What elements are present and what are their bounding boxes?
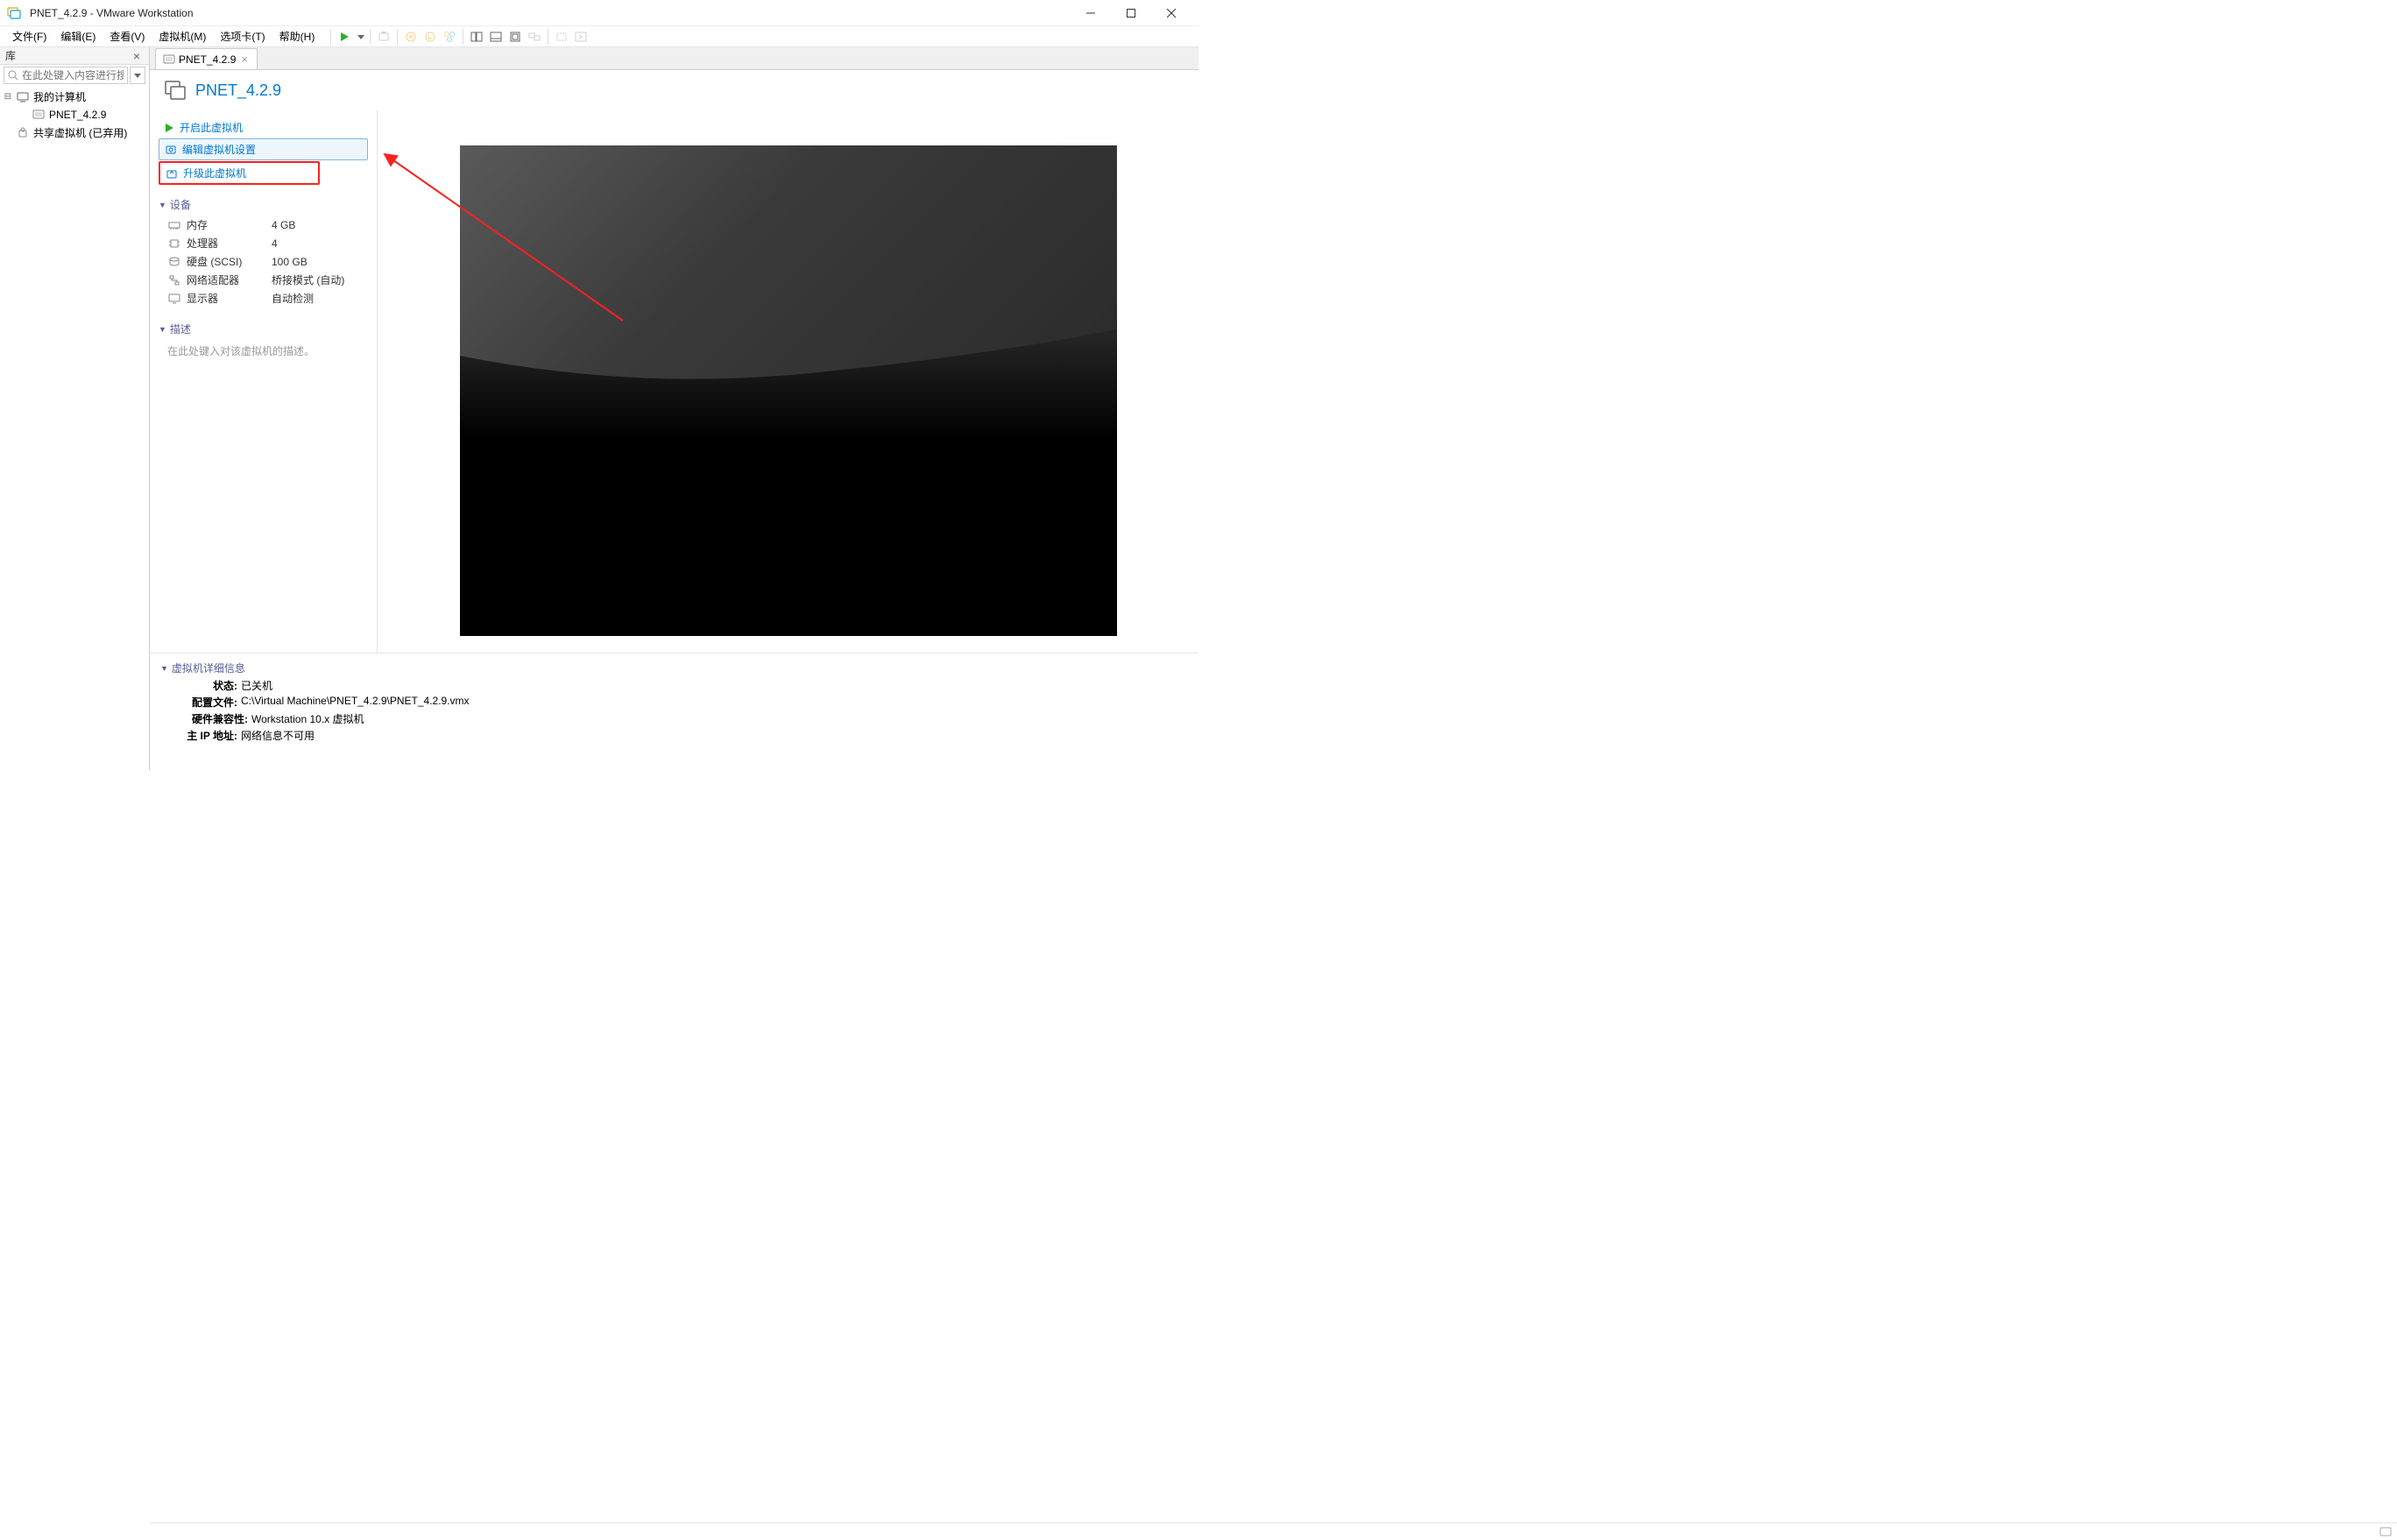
device-disk[interactable]: 硬盘 (SCSI) 100 GB	[159, 252, 368, 271]
triangle-icon: ▼	[160, 664, 168, 673]
tool-snapshot-icon[interactable]	[374, 27, 393, 46]
minimize-button[interactable]	[1071, 0, 1111, 26]
devices-section-header[interactable]: ▼ 设备	[159, 194, 368, 215]
tool-stretch-icon[interactable]	[552, 27, 571, 46]
tree-shared-vms[interactable]: 共享虚拟机 (已弃用)	[0, 124, 149, 142]
tree-toggle-icon[interactable]: ⊟	[4, 92, 12, 102]
close-button[interactable]	[1151, 0, 1191, 26]
tree-vm-pnet[interactable]: PNET_4.2.9	[16, 106, 149, 124]
window-title: PNET_4.2.9 - VMware Workstation	[30, 7, 1071, 19]
action-power-on[interactable]: 开启此虚拟机	[159, 117, 368, 138]
app-icon	[7, 6, 21, 20]
menu-file[interactable]: 文件(F)	[5, 26, 53, 46]
menu-edit[interactable]: 编辑(E)	[53, 26, 103, 46]
vm-title: PNET_4.2.9	[195, 81, 281, 100]
vm-screen	[460, 145, 1117, 636]
tool-view-console-icon[interactable]	[486, 27, 506, 46]
action-upgrade-vm[interactable]: 升级此虚拟机	[159, 161, 320, 185]
menu-view[interactable]: 查看(V)	[103, 26, 152, 46]
search-dropdown[interactable]	[130, 67, 145, 84]
tab-pnet[interactable]: PNET_4.2.9 ×	[155, 48, 258, 69]
vm-preview	[378, 110, 1198, 653]
library-close-icon[interactable]: ×	[130, 49, 144, 63]
description-section-header[interactable]: ▼ 描述	[159, 318, 368, 340]
tree-my-computer[interactable]: ⊟ 我的计算机	[0, 88, 149, 106]
display-icon	[167, 292, 181, 306]
tab-vm-icon	[163, 53, 175, 66]
device-processor[interactable]: 处理器 4	[159, 234, 368, 252]
vm-details: ▼ 虚拟机详细信息 状态: 已关机 配置文件: C:\Virtual Machi…	[150, 653, 1198, 770]
computer-icon	[16, 90, 30, 104]
description-placeholder[interactable]: 在此处键入对该虚拟机的描述。	[159, 340, 368, 358]
content-area: PNET_4.2.9 × PNET_4.2.9 开启此虚拟机	[150, 47, 1198, 770]
tool-enter-icon[interactable]	[571, 27, 590, 46]
network-icon	[167, 273, 181, 287]
tool-fullscreen-icon[interactable]	[506, 27, 525, 46]
memory-icon	[167, 218, 181, 232]
menu-help[interactable]: 帮助(H)	[272, 26, 322, 46]
tool-snap-manage-icon[interactable]	[440, 27, 459, 46]
play-button[interactable]	[335, 27, 354, 46]
menu-vm[interactable]: 虚拟机(M)	[152, 26, 213, 46]
vm-header-icon	[164, 79, 187, 102]
play-dropdown[interactable]	[356, 27, 366, 46]
tool-snap-new-icon[interactable]	[401, 27, 421, 46]
detail-compat: 硬件兼容性: Workstation 10.x 虚拟机	[160, 710, 1188, 727]
title-bar: PNET_4.2.9 - VMware Workstation	[0, 0, 1198, 26]
vm-header: PNET_4.2.9	[150, 70, 1198, 110]
triangle-icon: ▼	[159, 201, 166, 209]
menu-bar: 文件(F) 编辑(E) 查看(V) 虚拟机(M) 选项卡(T) 帮助(H)	[0, 26, 1198, 47]
library-title: 库	[5, 48, 130, 63]
details-section-header[interactable]: ▼ 虚拟机详细信息	[160, 659, 1188, 677]
detail-state: 状态: 已关机	[160, 677, 1188, 694]
shared-icon	[16, 126, 30, 140]
vm-info-panel: 开启此虚拟机 编辑虚拟机设置 升级此虚拟机	[150, 110, 378, 653]
device-network[interactable]: 网络适配器 桥接模式 (自动)	[159, 271, 368, 289]
library-search[interactable]	[4, 67, 128, 84]
cpu-icon	[167, 237, 181, 251]
vm-icon	[32, 108, 46, 122]
tool-unity-icon[interactable]	[525, 27, 544, 46]
tab-close-icon[interactable]: ×	[239, 53, 250, 66]
status-bar	[150, 1522, 2397, 1540]
device-display[interactable]: 显示器 自动检测	[159, 289, 368, 307]
tool-view-thumbnails-icon[interactable]	[467, 27, 486, 46]
action-edit-settings[interactable]: 编辑虚拟机设置	[159, 138, 368, 160]
device-memory[interactable]: 内存 4 GB	[159, 215, 368, 234]
tab-strip: PNET_4.2.9 ×	[150, 47, 1198, 70]
maximize-button[interactable]	[1111, 0, 1151, 26]
tab-label: PNET_4.2.9	[179, 53, 236, 66]
tool-snap-revert-icon[interactable]	[421, 27, 440, 46]
detail-config: 配置文件: C:\Virtual Machine\PNET_4.2.9\PNET…	[160, 694, 1188, 710]
status-corner-icon	[2379, 1526, 2392, 1538]
detail-ip: 主 IP 地址: 网络信息不可用	[160, 727, 1188, 744]
library-search-input[interactable]	[22, 69, 124, 81]
hdd-icon	[167, 255, 181, 269]
triangle-icon: ▼	[159, 325, 166, 334]
menu-tabs[interactable]: 选项卡(T)	[213, 26, 272, 46]
library-sidebar: 库 × ⊟ 我的计算机	[0, 47, 150, 770]
